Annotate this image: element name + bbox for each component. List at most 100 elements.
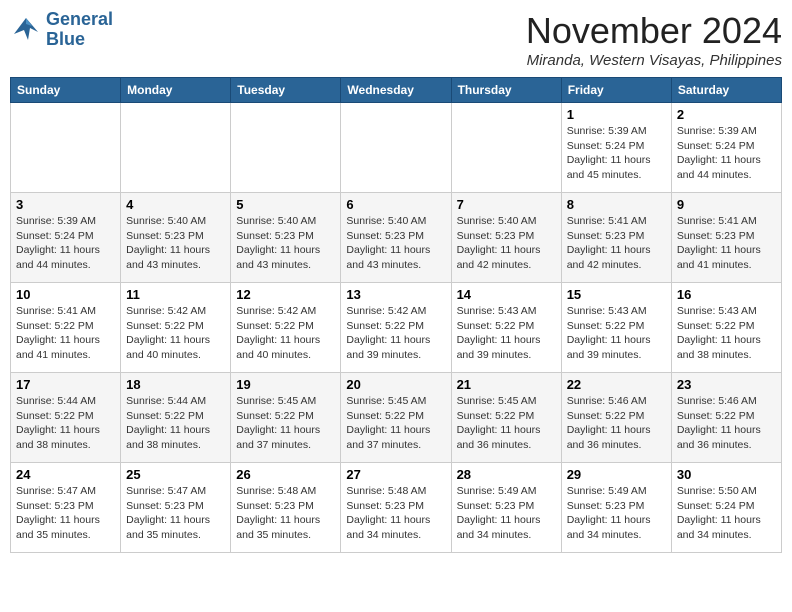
calendar-header-monday: Monday (121, 78, 231, 103)
logo-icon (10, 14, 42, 46)
calendar-cell: 3 Sunrise: 5:39 AM Sunset: 5:24 PM Daylig… (11, 193, 121, 283)
day-info: Sunrise: 5:44 AM Sunset: 5:22 PM Dayligh… (126, 394, 225, 453)
calendar-header-row: SundayMondayTuesdayWednesdayThursdayFrid… (11, 78, 782, 103)
day-info: Sunrise: 5:42 AM Sunset: 5:22 PM Dayligh… (126, 304, 225, 363)
calendar-cell: 13 Sunrise: 5:42 AM Sunset: 5:22 PM Dayli… (341, 283, 451, 373)
day-number: 30 (677, 467, 776, 482)
day-info: Sunrise: 5:50 AM Sunset: 5:24 PM Dayligh… (677, 484, 776, 543)
day-number: 26 (236, 467, 335, 482)
calendar-header-tuesday: Tuesday (231, 78, 341, 103)
calendar-header-saturday: Saturday (671, 78, 781, 103)
day-number: 20 (346, 377, 445, 392)
day-info: Sunrise: 5:40 AM Sunset: 5:23 PM Dayligh… (346, 214, 445, 273)
calendar-cell (11, 103, 121, 193)
calendar-header-thursday: Thursday (451, 78, 561, 103)
day-info: Sunrise: 5:40 AM Sunset: 5:23 PM Dayligh… (236, 214, 335, 273)
calendar-cell: 11 Sunrise: 5:42 AM Sunset: 5:22 PM Dayli… (121, 283, 231, 373)
calendar-cell: 10Sunrise: 5:41 AM Sunset: 5:22 PM Dayli… (11, 283, 121, 373)
calendar-cell: 6 Sunrise: 5:40 AM Sunset: 5:23 PM Daylig… (341, 193, 451, 283)
calendar-cell: 19 Sunrise: 5:45 AM Sunset: 5:22 PM Dayli… (231, 373, 341, 463)
calendar-cell: 14 Sunrise: 5:43 AM Sunset: 5:22 PM Dayli… (451, 283, 561, 373)
calendar-week-3: 10Sunrise: 5:41 AM Sunset: 5:22 PM Dayli… (11, 283, 782, 373)
day-number: 13 (346, 287, 445, 302)
calendar-cell (451, 103, 561, 193)
calendar-cell: 20 Sunrise: 5:45 AM Sunset: 5:22 PM Dayli… (341, 373, 451, 463)
calendar-cell: 27 Sunrise: 5:48 AM Sunset: 5:23 PM Dayli… (341, 463, 451, 553)
day-number: 12 (236, 287, 335, 302)
calendar-cell: 29 Sunrise: 5:49 AM Sunset: 5:23 PM Dayli… (561, 463, 671, 553)
day-number: 16 (677, 287, 776, 302)
day-number: 4 (126, 197, 225, 212)
calendar-header-wednesday: Wednesday (341, 78, 451, 103)
calendar-week-1: 1 Sunrise: 5:39 AM Sunset: 5:24 PM Daylig… (11, 103, 782, 193)
day-number: 29 (567, 467, 666, 482)
calendar-cell: 24 Sunrise: 5:47 AM Sunset: 5:23 PM Dayli… (11, 463, 121, 553)
day-info: Sunrise: 5:39 AM Sunset: 5:24 PM Dayligh… (567, 124, 666, 183)
day-number: 22 (567, 377, 666, 392)
day-info: Sunrise: 5:45 AM Sunset: 5:22 PM Dayligh… (236, 394, 335, 453)
day-number: 9 (677, 197, 776, 212)
calendar-body: 1 Sunrise: 5:39 AM Sunset: 5:24 PM Daylig… (11, 103, 782, 553)
calendar-cell (341, 103, 451, 193)
calendar-cell: 21 Sunrise: 5:45 AM Sunset: 5:22 PM Dayli… (451, 373, 561, 463)
day-info: Sunrise: 5:42 AM Sunset: 5:22 PM Dayligh… (236, 304, 335, 363)
day-info: Sunrise: 5:49 AM Sunset: 5:23 PM Dayligh… (567, 484, 666, 543)
day-number: 8 (567, 197, 666, 212)
day-number: 15 (567, 287, 666, 302)
calendar-cell: 4 Sunrise: 5:40 AM Sunset: 5:23 PM Daylig… (121, 193, 231, 283)
calendar-cell: 26 Sunrise: 5:48 AM Sunset: 5:23 PM Dayli… (231, 463, 341, 553)
calendar-cell: 12 Sunrise: 5:42 AM Sunset: 5:22 PM Dayli… (231, 283, 341, 373)
title-block: November 2024 Miranda, Western Visayas, … (526, 10, 782, 69)
day-number: 6 (346, 197, 445, 212)
calendar-cell (231, 103, 341, 193)
calendar-cell: 2Sunrise: 5:39 AM Sunset: 5:24 PM Daylig… (671, 103, 781, 193)
calendar-cell: 17Sunrise: 5:44 AM Sunset: 5:22 PM Dayli… (11, 373, 121, 463)
calendar-week-4: 17Sunrise: 5:44 AM Sunset: 5:22 PM Dayli… (11, 373, 782, 463)
calendar-cell: 7Sunrise: 5:40 AM Sunset: 5:23 PM Daylig… (451, 193, 561, 283)
calendar-cell: 25 Sunrise: 5:47 AM Sunset: 5:23 PM Dayli… (121, 463, 231, 553)
calendar-table: SundayMondayTuesdayWednesdayThursdayFrid… (10, 77, 782, 553)
calendar-cell (121, 103, 231, 193)
day-number: 2 (677, 107, 776, 122)
calendar-cell: 22 Sunrise: 5:46 AM Sunset: 5:22 PM Dayli… (561, 373, 671, 463)
day-number: 11 (126, 287, 225, 302)
day-number: 14 (457, 287, 556, 302)
calendar-cell: 16Sunrise: 5:43 AM Sunset: 5:22 PM Dayli… (671, 283, 781, 373)
day-info: Sunrise: 5:46 AM Sunset: 5:22 PM Dayligh… (567, 394, 666, 453)
day-info: Sunrise: 5:41 AM Sunset: 5:22 PM Dayligh… (16, 304, 115, 363)
calendar-week-5: 24 Sunrise: 5:47 AM Sunset: 5:23 PM Dayli… (11, 463, 782, 553)
day-info: Sunrise: 5:45 AM Sunset: 5:22 PM Dayligh… (346, 394, 445, 453)
day-number: 24 (16, 467, 115, 482)
calendar-cell: 30 Sunrise: 5:50 AM Sunset: 5:24 PM Dayli… (671, 463, 781, 553)
day-info: Sunrise: 5:48 AM Sunset: 5:23 PM Dayligh… (236, 484, 335, 543)
month-title: November 2024 (526, 10, 782, 52)
day-info: Sunrise: 5:43 AM Sunset: 5:22 PM Dayligh… (567, 304, 666, 363)
calendar-week-2: 3 Sunrise: 5:39 AM Sunset: 5:24 PM Daylig… (11, 193, 782, 283)
day-info: Sunrise: 5:42 AM Sunset: 5:22 PM Dayligh… (346, 304, 445, 363)
day-info: Sunrise: 5:47 AM Sunset: 5:23 PM Dayligh… (16, 484, 115, 543)
day-number: 1 (567, 107, 666, 122)
day-number: 25 (126, 467, 225, 482)
day-info: Sunrise: 5:41 AM Sunset: 5:23 PM Dayligh… (567, 214, 666, 273)
day-number: 3 (16, 197, 115, 212)
logo: General Blue (10, 10, 113, 50)
logo-text: General Blue (46, 10, 113, 50)
day-info: Sunrise: 5:40 AM Sunset: 5:23 PM Dayligh… (126, 214, 225, 273)
day-info: Sunrise: 5:48 AM Sunset: 5:23 PM Dayligh… (346, 484, 445, 543)
day-number: 18 (126, 377, 225, 392)
day-number: 5 (236, 197, 335, 212)
day-number: 27 (346, 467, 445, 482)
day-info: Sunrise: 5:40 AM Sunset: 5:23 PM Dayligh… (457, 214, 556, 273)
day-info: Sunrise: 5:49 AM Sunset: 5:23 PM Dayligh… (457, 484, 556, 543)
calendar-cell: 5 Sunrise: 5:40 AM Sunset: 5:23 PM Daylig… (231, 193, 341, 283)
day-info: Sunrise: 5:47 AM Sunset: 5:23 PM Dayligh… (126, 484, 225, 543)
day-info: Sunrise: 5:45 AM Sunset: 5:22 PM Dayligh… (457, 394, 556, 453)
day-info: Sunrise: 5:39 AM Sunset: 5:24 PM Dayligh… (16, 214, 115, 273)
page-header: General Blue November 2024 Miranda, West… (10, 10, 782, 69)
day-number: 28 (457, 467, 556, 482)
day-number: 19 (236, 377, 335, 392)
day-info: Sunrise: 5:43 AM Sunset: 5:22 PM Dayligh… (457, 304, 556, 363)
calendar-header-sunday: Sunday (11, 78, 121, 103)
day-number: 21 (457, 377, 556, 392)
day-info: Sunrise: 5:44 AM Sunset: 5:22 PM Dayligh… (16, 394, 115, 453)
